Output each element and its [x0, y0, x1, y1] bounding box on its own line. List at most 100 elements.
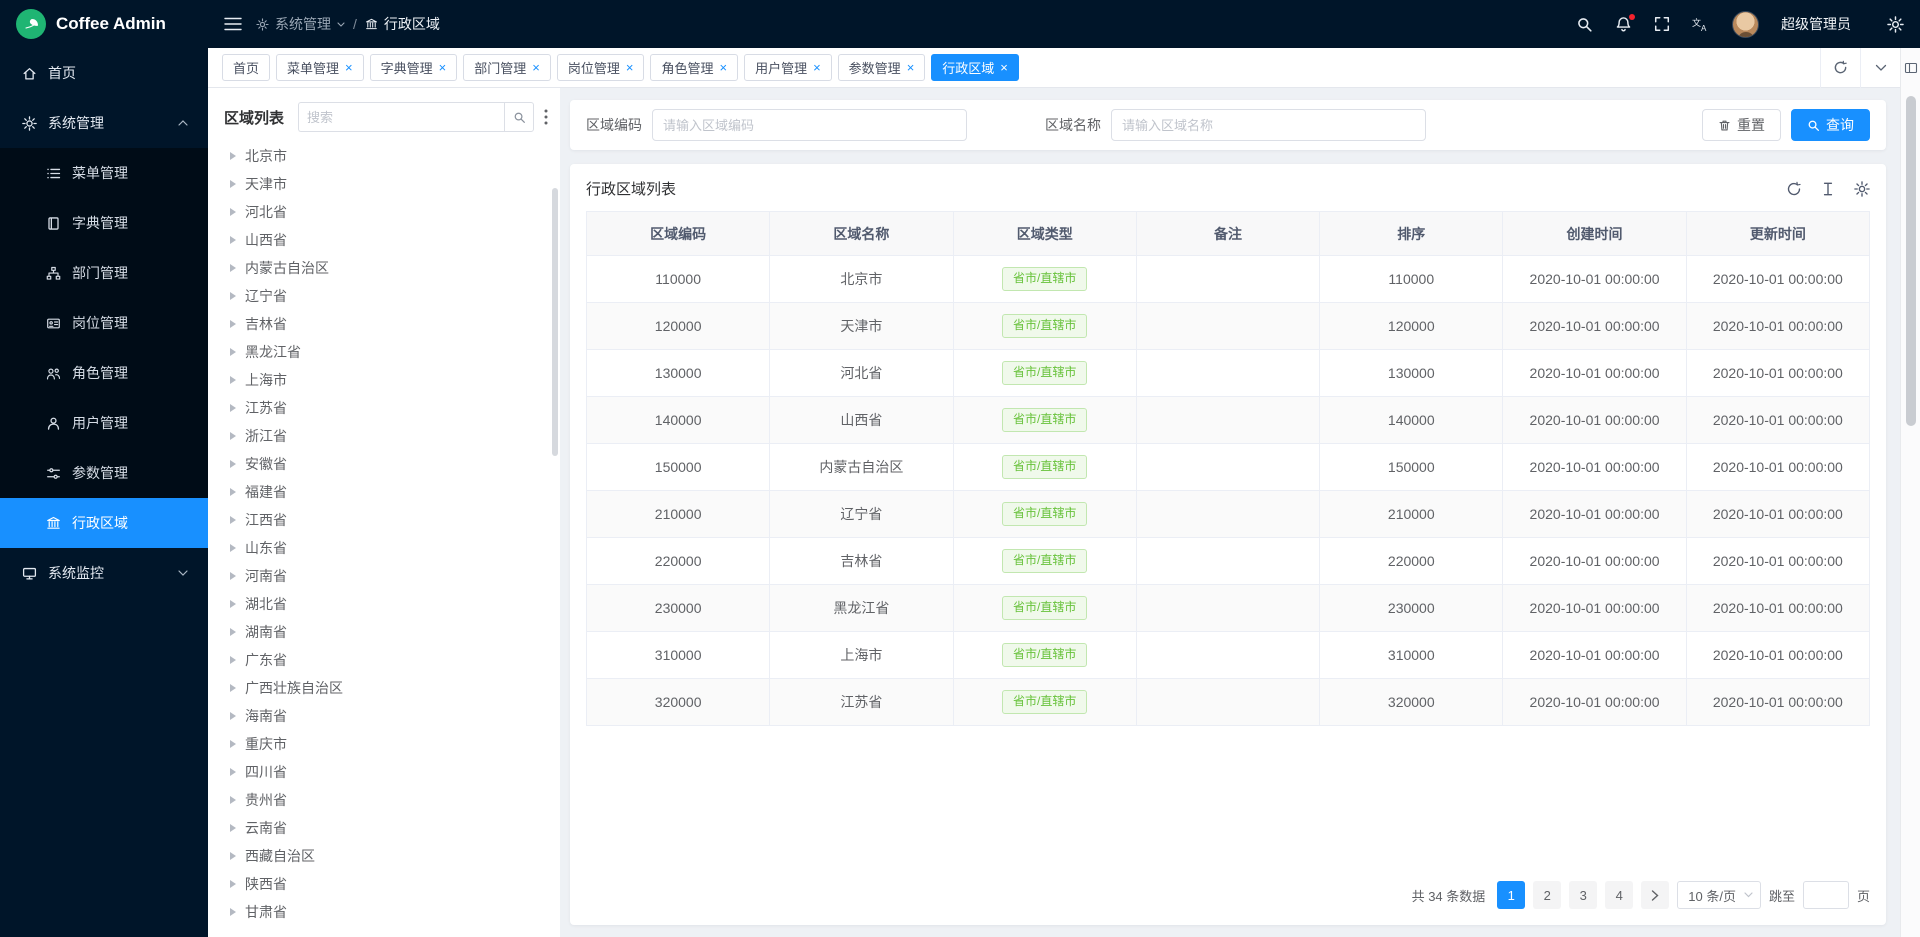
sidebar-item-menu-mgmt[interactable]: 菜单管理	[0, 148, 208, 198]
expander-icon[interactable]	[230, 460, 236, 468]
reset-button[interactable]: 重置	[1702, 109, 1781, 141]
expander-icon[interactable]	[230, 880, 236, 888]
refresh-icon[interactable]	[1786, 181, 1802, 197]
row-height-icon[interactable]	[1820, 181, 1836, 197]
tab-home[interactable]: 首页	[222, 54, 270, 81]
avatar[interactable]	[1732, 11, 1759, 38]
kebab-menu-icon[interactable]	[542, 109, 550, 125]
tree-search-button[interactable]	[504, 102, 534, 132]
tree-item[interactable]: 上海市	[220, 366, 554, 394]
table-row[interactable]: 230000 黑龙江省 省市/直辖市 230000 2020-10-01 00:…	[587, 585, 1870, 632]
translate-icon[interactable]: 文A	[1692, 16, 1710, 32]
refresh-icon[interactable]	[1820, 48, 1860, 88]
expander-icon[interactable]	[230, 432, 236, 440]
page-size-select[interactable]: 10 条/页	[1677, 881, 1761, 909]
tree-item[interactable]: 黑龙江省	[220, 338, 554, 366]
tree-item[interactable]: 天津市	[220, 170, 554, 198]
tab-close-icon[interactable]: ×	[813, 61, 821, 74]
tab-close-icon[interactable]: ×	[1000, 61, 1008, 74]
tab-close-icon[interactable]: ×	[907, 61, 915, 74]
expander-icon[interactable]	[230, 712, 236, 720]
tree-item[interactable]: 北京市	[220, 142, 554, 170]
fullscreen-icon[interactable]	[1654, 16, 1670, 32]
table-row[interactable]: 150000 内蒙古自治区 省市/直辖市 150000 2020-10-01 0…	[587, 444, 1870, 491]
table-settings-gear-icon[interactable]	[1854, 181, 1870, 197]
tree-item[interactable]: 四川省	[220, 758, 554, 786]
tab-user-mgmt[interactable]: 用户管理 ×	[744, 54, 832, 81]
tree-item[interactable]: 广西壮族自治区	[220, 674, 554, 702]
tab-close-icon[interactable]: ×	[345, 61, 353, 74]
table-row[interactable]: 320000 江苏省 省市/直辖市 320000 2020-10-01 00:0…	[587, 679, 1870, 726]
tree-item[interactable]: 河南省	[220, 562, 554, 590]
hamburger-icon[interactable]	[224, 17, 242, 31]
page-button-3[interactable]: 3	[1569, 881, 1597, 909]
tab-dept-mgmt[interactable]: 部门管理 ×	[463, 54, 551, 81]
expander-icon[interactable]	[230, 404, 236, 412]
sidebar-item-system[interactable]: 系统管理	[0, 98, 208, 148]
jump-page-input[interactable]	[1803, 881, 1849, 909]
tree-item[interactable]: 湖南省	[220, 618, 554, 646]
tab-region[interactable]: 行政区域 ×	[931, 54, 1019, 81]
tab-role-mgmt[interactable]: 角色管理 ×	[650, 54, 738, 81]
page-button-1[interactable]: 1	[1497, 881, 1525, 909]
collapse-panel-icon[interactable]	[1904, 48, 1918, 88]
tree-item[interactable]: 甘肃省	[220, 898, 554, 926]
page-button-2[interactable]: 2	[1533, 881, 1561, 909]
tree-item[interactable]: 重庆市	[220, 730, 554, 758]
tree-scrollbar[interactable]	[552, 188, 558, 456]
tab-param-mgmt[interactable]: 参数管理 ×	[838, 54, 926, 81]
sidebar-item-home[interactable]: 首页	[0, 48, 208, 98]
tab-close-icon[interactable]: ×	[719, 61, 727, 74]
tree-item[interactable]: 吉林省	[220, 310, 554, 338]
tree-item[interactable]: 浙江省	[220, 422, 554, 450]
expander-icon[interactable]	[230, 600, 236, 608]
breadcrumb-item-system[interactable]: 系统管理	[256, 14, 345, 34]
expander-icon[interactable]	[230, 264, 236, 272]
table-row[interactable]: 140000 山西省 省市/直辖市 140000 2020-10-01 00:0…	[587, 397, 1870, 444]
expander-icon[interactable]	[230, 152, 236, 160]
username[interactable]: 超级管理员	[1781, 14, 1851, 34]
filter-code-input[interactable]	[652, 109, 967, 141]
tree-item[interactable]: 广东省	[220, 646, 554, 674]
sidebar-item-role-mgmt[interactable]: 角色管理	[0, 348, 208, 398]
expander-icon[interactable]	[230, 824, 236, 832]
tab-dict-mgmt[interactable]: 字典管理 ×	[370, 54, 458, 81]
scrollbar-thumb[interactable]	[1906, 96, 1916, 426]
tree-search-input[interactable]	[298, 102, 504, 132]
expander-icon[interactable]	[230, 488, 236, 496]
search-icon[interactable]	[1576, 16, 1593, 33]
tab-menu-mgmt[interactable]: 菜单管理 ×	[276, 54, 364, 81]
tab-close-icon[interactable]: ×	[439, 61, 447, 74]
expander-icon[interactable]	[230, 572, 236, 580]
tree-item[interactable]: 安徽省	[220, 450, 554, 478]
table-row[interactable]: 110000 北京市 省市/直辖市 110000 2020-10-01 00:0…	[587, 256, 1870, 303]
table-row[interactable]: 210000 辽宁省 省市/直辖市 210000 2020-10-01 00:0…	[587, 491, 1870, 538]
expander-icon[interactable]	[230, 516, 236, 524]
tab-close-icon[interactable]: ×	[532, 61, 540, 74]
expander-icon[interactable]	[230, 852, 236, 860]
table-row[interactable]: 220000 吉林省 省市/直辖市 220000 2020-10-01 00:0…	[587, 538, 1870, 585]
tree-item[interactable]: 云南省	[220, 814, 554, 842]
tree-item[interactable]: 江苏省	[220, 394, 554, 422]
tree-item[interactable]: 湖北省	[220, 590, 554, 618]
expander-icon[interactable]	[230, 768, 236, 776]
expander-icon[interactable]	[230, 180, 236, 188]
tab-close-icon[interactable]: ×	[626, 61, 634, 74]
expander-icon[interactable]	[230, 628, 236, 636]
tree-item[interactable]: 福建省	[220, 478, 554, 506]
expander-icon[interactable]	[230, 320, 236, 328]
bell-icon[interactable]	[1615, 16, 1632, 33]
tree-item[interactable]: 海南省	[220, 702, 554, 730]
tree-item[interactable]: 山西省	[220, 226, 554, 254]
tab-post-mgmt[interactable]: 岗位管理 ×	[557, 54, 645, 81]
table-row[interactable]: 310000 上海市 省市/直辖市 310000 2020-10-01 00:0…	[587, 632, 1870, 679]
expander-icon[interactable]	[230, 544, 236, 552]
sidebar-item-post-mgmt[interactable]: 岗位管理	[0, 298, 208, 348]
expander-icon[interactable]	[230, 908, 236, 916]
expander-icon[interactable]	[230, 684, 236, 692]
tree-item[interactable]: 河北省	[220, 198, 554, 226]
tree-item[interactable]: 江西省	[220, 506, 554, 534]
expander-icon[interactable]	[230, 656, 236, 664]
sidebar-item-dict-mgmt[interactable]: 字典管理	[0, 198, 208, 248]
tree-item[interactable]: 陕西省	[220, 870, 554, 898]
